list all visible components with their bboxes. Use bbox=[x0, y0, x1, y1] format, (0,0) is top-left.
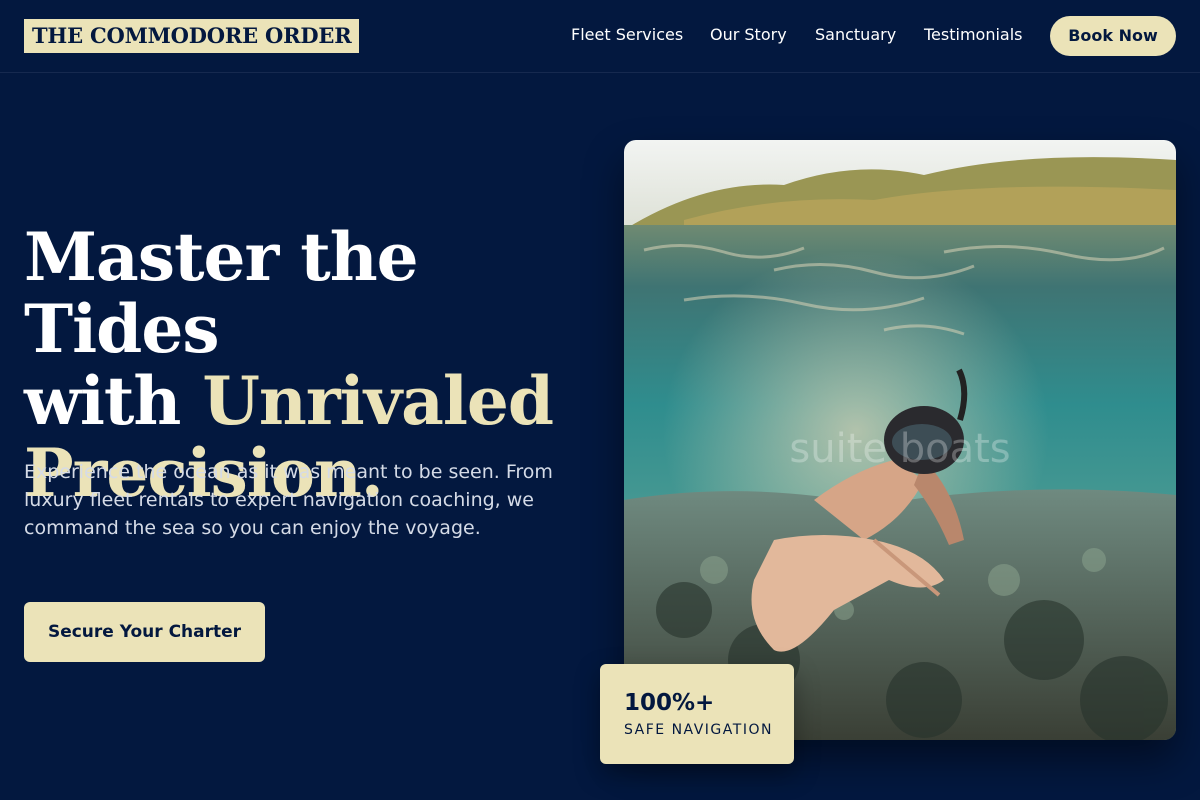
site-header: THE COMMODORE ORDER Fleet Services Our S… bbox=[0, 0, 1200, 73]
hero-description: Experience the ocean as it was meant to … bbox=[24, 461, 553, 539]
stat-label: SAFE NAVIGATION bbox=[624, 722, 773, 738]
nav-link-sanctuary[interactable]: Sanctuary bbox=[815, 24, 896, 46]
safety-stat-card: 100%+ SAFE NAVIGATION bbox=[600, 664, 794, 764]
secure-charter-button[interactable]: Secure Your Charter bbox=[24, 602, 265, 662]
hero-title-line-2-accent: Unrivaled bbox=[202, 362, 554, 440]
brand-logo[interactable]: THE COMMODORE ORDER bbox=[24, 19, 360, 53]
stat-value: 100%+ bbox=[624, 690, 715, 716]
nav-link-testimonials[interactable]: Testimonials bbox=[924, 24, 1023, 46]
book-now-button[interactable]: Book Now bbox=[1050, 16, 1176, 56]
hero-title-line-2-plain: with bbox=[24, 362, 203, 440]
hero-title-line-1: Master the Tides bbox=[24, 218, 419, 368]
image-watermark: suite boats bbox=[789, 426, 1011, 472]
hero-image-snorkeler: suite boats bbox=[624, 140, 1176, 740]
nav-link-our-story[interactable]: Our Story bbox=[710, 24, 787, 46]
nav-link-fleet-services[interactable]: Fleet Services bbox=[571, 24, 683, 46]
